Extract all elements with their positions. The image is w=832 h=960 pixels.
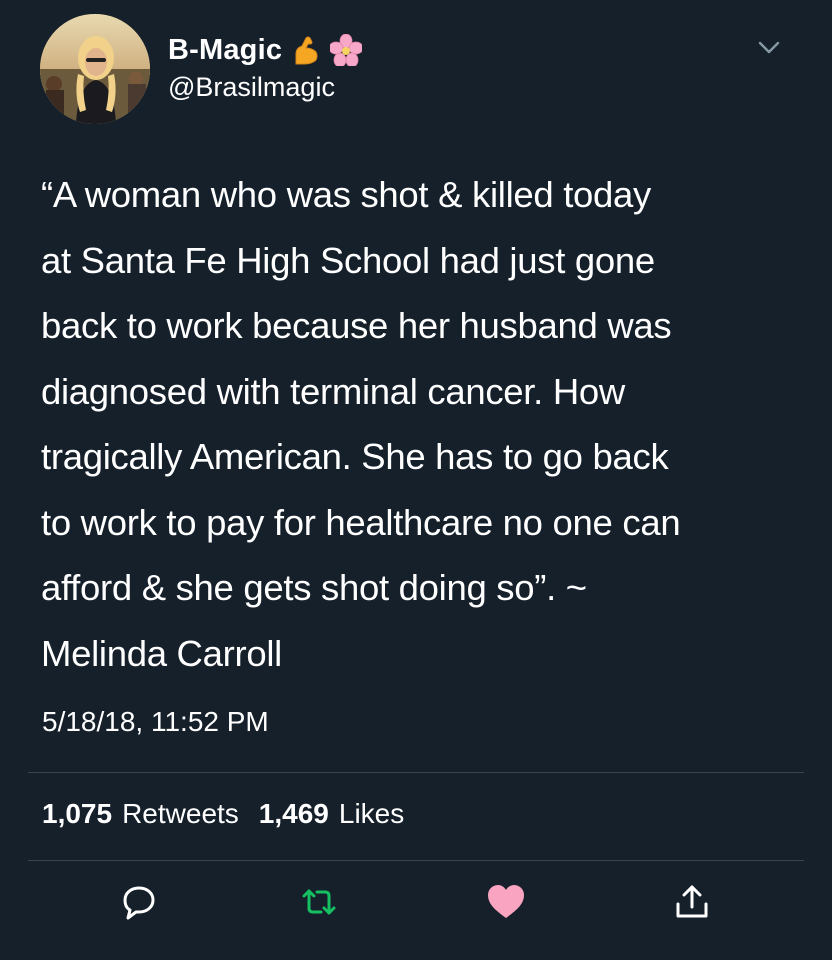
flexed-biceps-icon — [290, 34, 322, 66]
retweet-button[interactable] — [295, 880, 343, 928]
tweet-text: “A woman who was shot & killed today at … — [41, 174, 681, 674]
tweet-header: B-Magic @Brasilmagic — [40, 14, 792, 124]
like-button[interactable] — [482, 880, 530, 928]
cherry-blossom-icon — [328, 33, 364, 68]
share-icon — [672, 882, 712, 927]
tweet-stats: 1,075 Retweets 1,469 Likes — [42, 798, 414, 830]
user-handle[interactable]: @Brasilmagic — [168, 72, 362, 103]
reply-button[interactable] — [115, 880, 163, 928]
divider — [28, 772, 804, 773]
retweet-icon — [299, 882, 339, 927]
like-icon — [485, 882, 527, 927]
display-name-row: B-Magic — [168, 32, 364, 68]
action-bar — [0, 880, 832, 936]
user-names: B-Magic @Brasilmagic — [168, 32, 364, 103]
divider — [28, 860, 804, 861]
likes-count[interactable]: 1,469 — [259, 798, 329, 830]
tweet-card: B-Magic @Brasilmagic “A woman who was sh… — [0, 0, 832, 960]
avatar[interactable] — [40, 14, 150, 124]
reply-icon — [119, 882, 159, 927]
likes-label[interactable]: Likes — [339, 798, 404, 830]
retweets-count[interactable]: 1,075 — [42, 798, 112, 830]
tweet-timestamp[interactable]: 5/18/18, 11:52 PM — [42, 706, 269, 738]
share-button[interactable] — [668, 880, 716, 928]
display-name[interactable]: B-Magic — [168, 34, 282, 67]
retweets-label[interactable]: Retweets — [122, 798, 239, 830]
chevron-down-icon[interactable] — [756, 34, 782, 60]
